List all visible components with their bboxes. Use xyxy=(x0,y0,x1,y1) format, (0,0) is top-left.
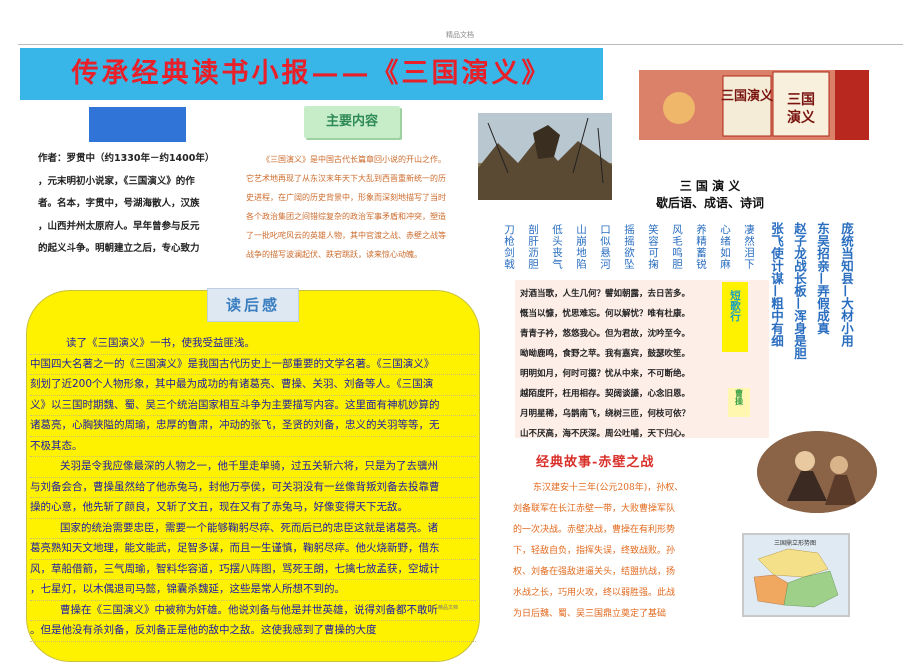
poem-title-text: 短歌行 xyxy=(729,290,741,322)
summary-text: 《三国演义》是中国古代长篇章回小说的开山之作。它艺术地再现了从东汉末年天下大乱到… xyxy=(246,155,446,259)
review-text: 读了《三国演义》一书，使我受益匪浅。 中国四大名著之一的《三国演义》是我国古代历… xyxy=(30,334,476,652)
review-line: 读了《三国演义》一书，使我受益匪浅。 xyxy=(30,334,476,355)
story-line: 的一次决战。赤壁决战，曹操在有利形势 xyxy=(513,525,676,535)
idioms-title-line2: 歇后语、成语、诗词 xyxy=(655,196,764,210)
idioms-title-line1: 三 国 演 义 xyxy=(679,179,741,193)
idiom-col: 低头丧气 xyxy=(551,224,563,270)
story-line: 刘备联军在长江赤壁一带，大败曹操军队 xyxy=(513,504,676,514)
poem-line: 越陌度阡，枉用相存。契阔谈讌，心念旧恩。 xyxy=(520,389,691,399)
header-label: 精品文档 xyxy=(446,31,474,39)
idiom-col: 刀枪剑戟 xyxy=(503,224,515,270)
main-content-tag: 主要内容 xyxy=(304,106,400,138)
author-line: 者。名本，字贯中，号湖海散人，汉族 xyxy=(38,198,200,209)
author-line: 的起义斗争。明朝建立之后，专心致力 xyxy=(38,243,200,254)
review-line: 关羽是令我应像最深的人物之一，他千里走单骑，过五关斩六将，只是为了去骥州 xyxy=(30,457,476,478)
review-line: 不极其态。 xyxy=(30,437,476,457)
xiehouyu-col: 庞统当知县—大材小用 xyxy=(839,222,854,347)
page-title: 传承经典读书小报——《三国演义》 xyxy=(71,58,552,89)
idiom-col: 摇摇欲坠 xyxy=(623,224,635,270)
battle-image xyxy=(478,113,612,200)
idiom-col: 口似悬河 xyxy=(599,224,611,270)
review-line: 国家的统治需要忠臣，需要一个能够鞠躬尽瘁、死而后已的忠臣这就是诸葛亮。诸 xyxy=(30,519,476,539)
review-tag: 读后感 xyxy=(207,288,299,322)
poem-line: 慨当以慷，忧思难忘。何以解忧？唯有杜康。 xyxy=(520,309,691,319)
story-line: 权、刘备在强敌进逼关头，结盟抗战，扬 xyxy=(513,567,676,577)
idiom-col: 剖肝沥胆 xyxy=(527,224,539,270)
poem-line: 呦呦鹿鸣，食野之苹。我有嘉宾，鼓瑟吹笙。 xyxy=(520,349,691,359)
idiom-col: 养精蓄锐 xyxy=(695,224,707,270)
idiom-col: 心绪如麻 xyxy=(719,224,731,270)
map-title: 三国鼎立形势图 xyxy=(774,539,816,547)
poem-line: 青青子衿，悠悠我心。但为君故，沈吟至今。 xyxy=(520,329,691,339)
idiom-col: 山崩地陷 xyxy=(575,224,587,270)
review-line: 诸葛亮，心胸狭隘的周瑜，忠厚的鲁肃，冲动的张飞，圣贤的刘备，忠义的关羽等等，无 xyxy=(30,416,476,437)
poem-line: 对酒当歌，人生几何？譬如朝露，去日苦多。 xyxy=(520,289,691,299)
warrior-image xyxy=(757,431,877,513)
poem-title: 短歌行 xyxy=(722,282,748,352)
footer-label: 精品文档 xyxy=(438,605,459,611)
idioms-title: 三 国 演 义 歇后语、成语、诗词 xyxy=(612,178,808,212)
idiom-col: 风毛鸣胆 xyxy=(671,224,683,270)
author-line: ，山西并州太原府人。早年曾参与反元 xyxy=(38,220,200,232)
story-title: 经典故事-赤壁之战 xyxy=(536,455,655,470)
poem-line: 月明星稀，乌鹊南飞，绕树三匝，何枝可依？ xyxy=(520,409,691,419)
review-line: 。但是他没有杀刘备，反刘备正是他的敌中之敌。这使我感到了曹操的大度 xyxy=(30,621,476,642)
story-line: 水战之长，巧用火攻，终以弱胜强。此战 xyxy=(513,588,676,598)
review-line: 与刘备会合，曹操虽然给了他赤兔马，封他万亭侯，可关羽没有一丝像背叛刘备去投靠曹 xyxy=(30,478,476,498)
author-line: ，元末明初小说家，《三国演义》的作 xyxy=(38,175,195,187)
svg-text:演义: 演义 xyxy=(787,109,815,126)
review-line: 操的心意，他先斩了颜良，又斩了文丑，现在又有了赤兔马，好像变得天下无敌。 xyxy=(30,498,476,519)
poem-line: 山不厌高，海不厌深。周公吐哺，天下归心。 xyxy=(520,429,691,439)
author-line: 作者：罗贯中（约1330年－约1400年） xyxy=(38,153,215,164)
story-line: 下，轻敌自负，指挥失误，终致战败。孙 xyxy=(513,546,676,556)
idiom-col: 笑容可掬 xyxy=(647,224,659,270)
svg-text:三国: 三国 xyxy=(787,92,815,108)
review-line: 葛亮熟知天文地理，能文能武，足智多谋，而且一生谨慎，鞠躬尽瘁。他火烧新野，借东 xyxy=(30,539,476,560)
top-divider xyxy=(18,44,903,45)
review-line: ，七星灯，以木偶退司马懿，锦囊杀魏延，这些是常人所想不到的。 xyxy=(30,580,476,601)
poem-author-text: 曹操 xyxy=(734,389,744,405)
xiehouyu-col: 东吴招亲—弄假成真 xyxy=(815,222,830,335)
poem-line: 明明如月，何时可掇？忧从中来，不可断绝。 xyxy=(520,369,691,379)
xiehouyu-col: 张飞使计谋—粗中有细 xyxy=(769,222,784,347)
review-line: 风，草船借箭，三气周瑜，智料华容道，巧摆八阵图，骂死王朗，七擒七放孟获，空城计 xyxy=(30,560,476,580)
review-line: 刻划了近200个人物形象，其中最为成功的有诸葛亮、曹操、关羽、刘备等人。《三国演 xyxy=(30,375,476,396)
review-line: 中国四大名著之一的《三国演义》是我国古代历史上一部重要的文学名著。《三国演义》 xyxy=(30,355,476,375)
book-cover-title: 三国演义 xyxy=(721,88,774,104)
three-kingdoms-map: 三国鼎立形势图 xyxy=(742,533,850,617)
xiehouyu-col: 赵子龙战长板—浑身是胆 xyxy=(792,222,807,360)
author-heading-box xyxy=(89,107,186,142)
story-text: 东汉建安十三年(公元208年)，孙权、 刘备联军在长江赤壁一带，大败曹操军队 的… xyxy=(513,478,727,638)
story-line: 东汉建安十三年(公元208年)，孙权、 xyxy=(533,483,684,493)
author-text: 作者：罗贯中（约1330年－约1400年） ，元末明初小说家，《三国演义》的作 … xyxy=(38,148,226,261)
review-line: 曹操在《三国演义》中被称为奸雄。他说刘备与他是并世英雄，说得刘备都不敢听 xyxy=(30,601,476,621)
poem-author: 曹操 xyxy=(728,388,750,417)
idiom-col: 凄然泪下 xyxy=(743,224,755,270)
review-line: 义》以三国时期魏、蜀、吴三个统治国家相互斗争为主要描写内容。这里面有神机妙算的 xyxy=(30,396,476,416)
poem-text: 对酒当歌，人生几何？譬如朝露，去日苦多。 慨当以慷，忧思难忘。何以解忧？唯有杜康… xyxy=(520,284,720,444)
story-line: 为日后魏、蜀、吴三国鼎立奠定了基础 xyxy=(513,609,667,619)
book-cover-image: 三国演义 三国 演义 xyxy=(639,70,869,140)
